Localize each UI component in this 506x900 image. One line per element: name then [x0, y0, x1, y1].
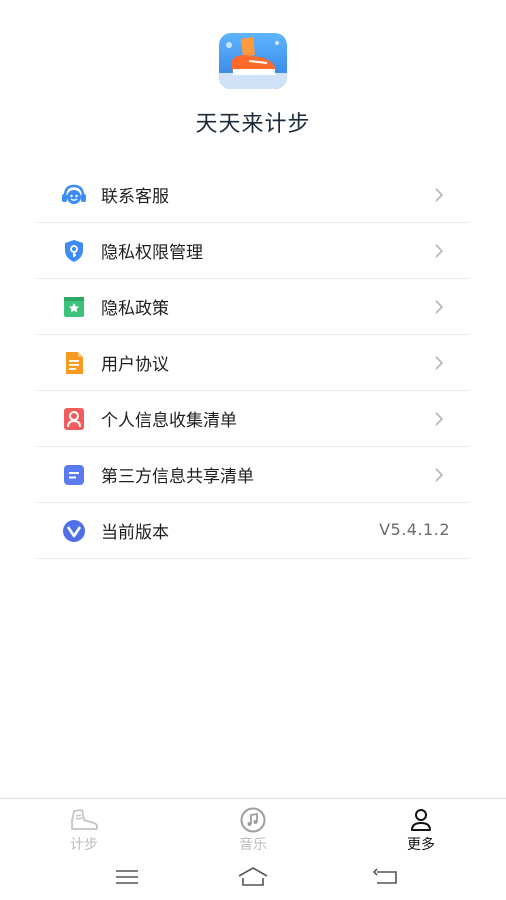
settings-menu: 联系客服 隐私权限管理 隐私政策 用户协议 个人信息收集清单 第三方信息共享清单…	[36, 167, 470, 559]
chevron-right-icon	[430, 354, 448, 372]
personal-info-icon	[60, 405, 88, 433]
chevron-right-icon	[430, 186, 448, 204]
menu-item-third-party-share-list[interactable]: 第三方信息共享清单	[36, 447, 470, 503]
tab-label: 更多	[407, 837, 435, 853]
menu-item-label: 隐私权限管理	[101, 243, 203, 263]
user-agreement-icon	[60, 349, 88, 377]
back-icon[interactable]	[370, 866, 402, 888]
policy-bookmark-icon	[60, 293, 88, 321]
menu-item-label: 隐私政策	[101, 299, 169, 319]
music-icon	[237, 807, 269, 833]
menu-item-personal-info-list[interactable]: 个人信息收集清单	[36, 391, 470, 447]
version-icon	[60, 517, 88, 545]
menu-item-label: 用户协议	[101, 355, 169, 375]
app-header: 天天来计步	[0, 0, 506, 160]
third-party-share-icon	[60, 461, 88, 489]
customer-service-icon	[60, 181, 88, 209]
menu-item-label: 第三方信息共享清单	[101, 467, 254, 487]
menu-item-label: 当前版本	[101, 523, 169, 543]
menu-item-privacy-permissions[interactable]: 隐私权限管理	[36, 223, 470, 279]
chevron-right-icon	[430, 410, 448, 428]
chevron-right-icon	[430, 466, 448, 484]
app-title: 天天来计步	[195, 112, 311, 137]
tab-more[interactable]: 更多	[391, 807, 451, 854]
privacy-shield-icon	[60, 237, 88, 265]
chevron-right-icon	[430, 298, 448, 316]
menu-item-label: 个人信息收集清单	[101, 411, 237, 431]
menu-icon[interactable]	[111, 866, 143, 888]
home-icon[interactable]	[237, 866, 269, 888]
menu-item-privacy-policy[interactable]: 隐私政策	[36, 279, 470, 335]
menu-item-label: 联系客服	[101, 187, 169, 207]
tab-music[interactable]: 音乐	[223, 807, 283, 854]
chevron-right-icon	[430, 242, 448, 260]
version-number: V5.4.1.2	[379, 520, 450, 539]
profile-icon	[405, 807, 437, 833]
tab-label: 音乐	[239, 837, 267, 853]
tab-steps[interactable]: 计步	[54, 807, 114, 854]
menu-item-customer-service[interactable]: 联系客服	[36, 167, 470, 223]
shoe-icon	[68, 807, 100, 833]
menu-item-current-version: 当前版本 V5.4.1.2	[36, 503, 470, 559]
tab-label: 计步	[70, 837, 98, 853]
bottom-tab-bar: 计步 音乐 更多	[0, 798, 506, 858]
app-logo	[219, 33, 287, 89]
menu-item-user-agreement[interactable]: 用户协议	[36, 335, 470, 391]
system-navigation-bar	[0, 858, 506, 900]
